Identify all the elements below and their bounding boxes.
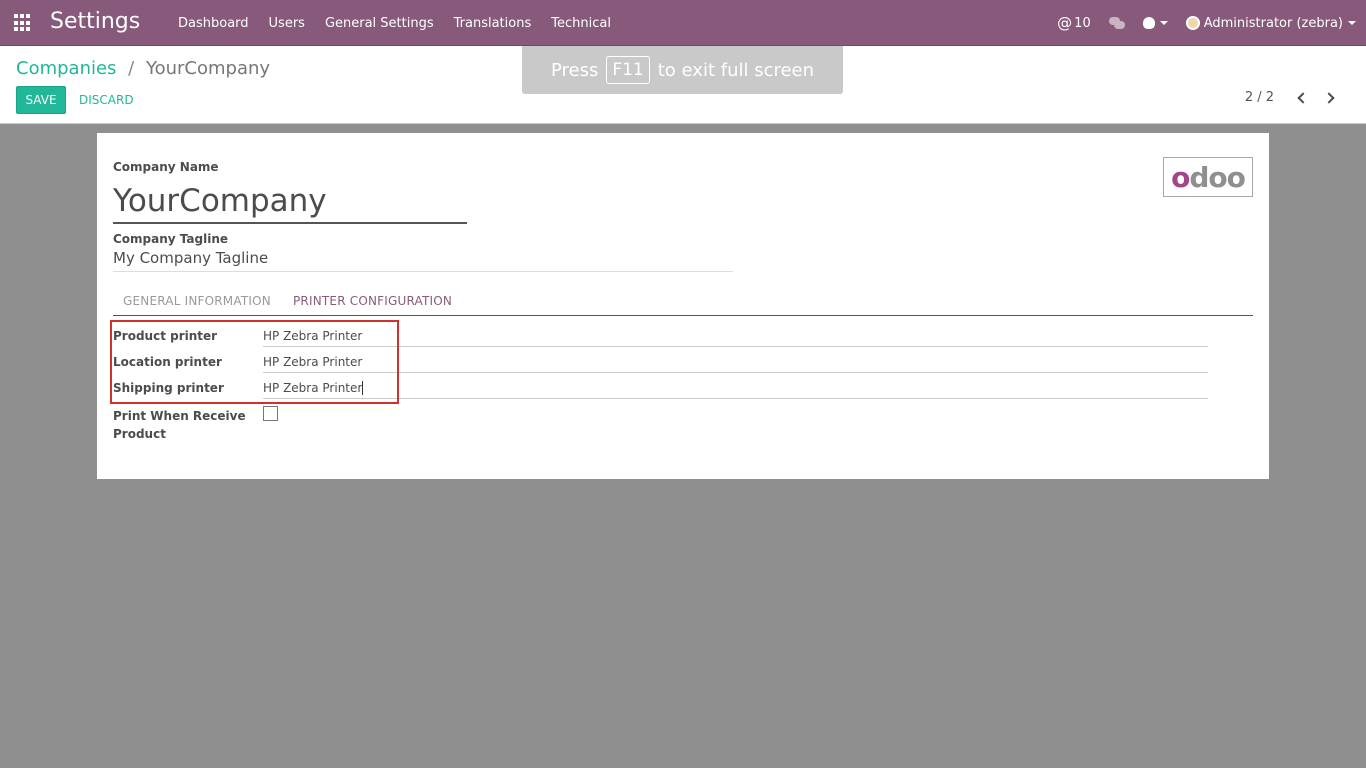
form-sheet: Company Name YourCompany Company Tagline… [97,133,1269,479]
company-tagline-input[interactable]: My Company Tagline [113,249,733,272]
fullscreen-notice-after: to exit full screen [657,59,815,81]
save-button[interactable]: SAVE [16,86,66,114]
pager-counter[interactable]: 2 / 2 [1245,90,1274,105]
messaging-button[interactable] [1108,17,1125,29]
caret-down-icon [1159,21,1168,25]
apps-grid-icon[interactable] [14,14,32,32]
menu-item-translations[interactable]: Translations [444,16,542,31]
product-printer-label: Product printer [113,329,218,343]
menu-item-dashboard[interactable]: Dashboard [168,16,259,31]
top-menu: Dashboard Users General Settings Transla… [168,0,621,46]
fullscreen-notice-before: Press [550,59,599,81]
caret-down-icon [1348,21,1356,25]
company-name-input[interactable]: YourCompany [113,181,467,224]
menu-item-users[interactable]: Users [259,16,315,31]
user-menu-button[interactable]: Administrator (zebra) [1185,15,1356,31]
mentions-count: 10 [1074,15,1091,31]
text-cursor [362,381,364,395]
shipping-printer-label: Shipping printer [113,381,224,395]
print-when-receive-checkbox[interactable] [263,406,278,421]
logo-first-letter: o [1171,160,1190,194]
company-tagline-label: Company Tagline [113,232,229,246]
fullscreen-notice-key: F11 [606,56,650,84]
chat-icon [1108,17,1125,29]
shipping-printer-input[interactable]: HP Zebra Printer [263,381,362,395]
avatar [1185,16,1200,30]
chevron-right-icon[interactable] [1323,91,1335,104]
fullscreen-notice: Press F11 to exit full screen [522,46,843,94]
menu-item-general-settings[interactable]: General Settings [315,16,444,31]
at-icon: @ [1057,14,1073,32]
mentions-button[interactable]: @ 10 [1057,14,1091,32]
breadcrumb: Companies / YourCompany [16,58,270,79]
product-printer-input[interactable]: HP Zebra Printer [263,325,1208,347]
pager: 2 / 2 [1245,90,1342,105]
tab-printer-configuration[interactable]: PRINTER CONFIGURATION [293,294,452,308]
print-when-receive-label-line2: Product [113,427,166,441]
systray: @ 10 Administrator (zebra) [1039,0,1356,46]
bug-icon [1142,17,1155,29]
company-logo[interactable]: o doo [1163,157,1253,197]
app-title: Settings [50,9,141,34]
company-name-label: Company Name [113,160,219,174]
breadcrumb-current: YourCompany [145,58,271,79]
main-navbar: Settings Dashboard Users General Setting… [0,0,1366,46]
breadcrumb-separator: / [128,58,135,79]
tab-general-information[interactable]: GENERAL INFORMATION [123,294,271,308]
print-when-receive-label: Print When Receive Product [113,407,246,443]
notebook-tabs: GENERAL INFORMATION PRINTER CONFIGURATIO… [113,291,1253,316]
location-printer-input[interactable]: HP Zebra Printer [263,351,1208,373]
breadcrumb-companies[interactable]: Companies [16,58,116,79]
user-name: Administrator (zebra) [1203,15,1343,31]
debug-menu-button[interactable] [1142,17,1168,29]
shipping-printer-field[interactable]: HP Zebra Printer [263,377,1208,399]
location-printer-label: Location printer [113,355,222,369]
discard-button[interactable]: DISCARD [79,86,134,114]
logo-rest: doo [1189,160,1246,194]
chevron-left-icon[interactable] [1297,91,1309,104]
menu-item-technical[interactable]: Technical [541,16,621,31]
print-when-receive-label-line1: Print When Receive [113,409,246,423]
